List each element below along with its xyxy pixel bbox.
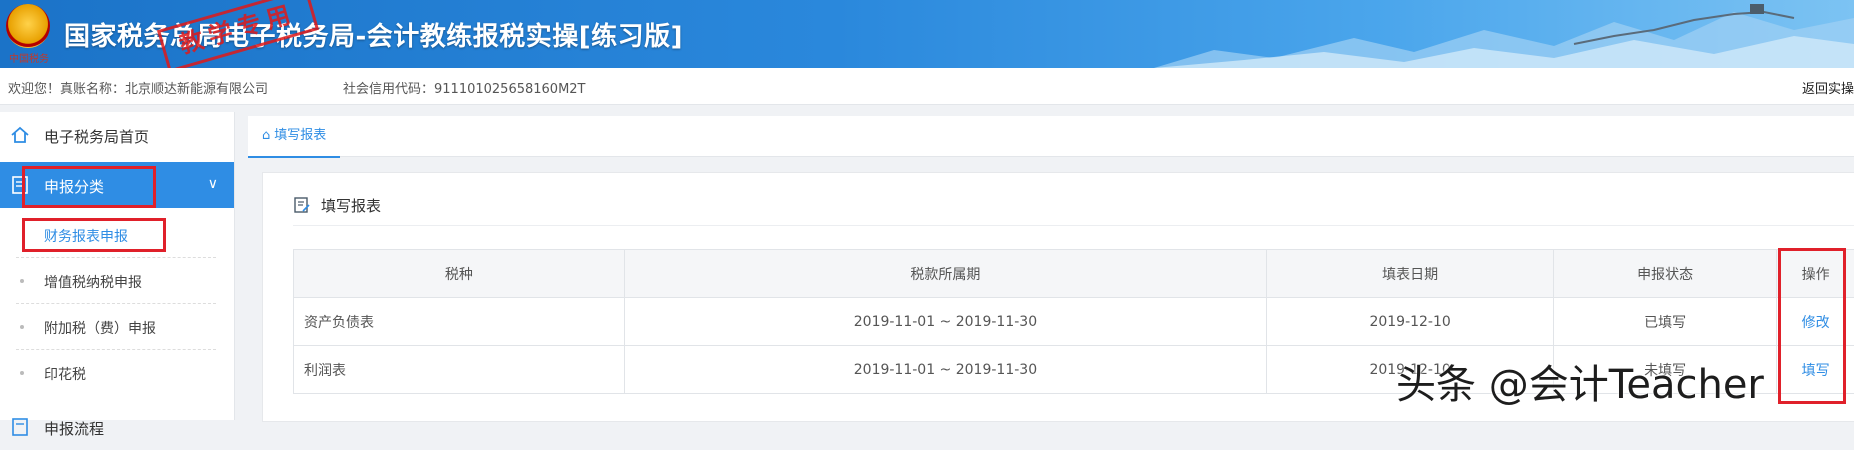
bullet-icon — [20, 325, 24, 329]
welcome-text: 欢迎您！真账名称：北京顺达新能源有限公司 — [8, 78, 268, 97]
sidebar-subitem-label: 增值税纳税申报 — [44, 272, 142, 292]
sidebar-item-label: 申报流程 — [44, 418, 104, 439]
tab-bar: ⌂ 填写报表 — [248, 116, 1854, 157]
chevron-down-icon: ∨ — [208, 176, 218, 192]
column-header: 税种 — [294, 250, 625, 298]
sidebar-subitem-label: 印花税 — [44, 364, 86, 384]
column-header: 申报状态 — [1554, 250, 1777, 298]
tab-fill-report[interactable]: ⌂ 填写报表 — [248, 116, 340, 158]
table-row: 资产负债表 2019-11-01 ~ 2019-11-30 2019-12-10… — [294, 298, 1854, 346]
home-icon — [10, 125, 30, 145]
sidebar-item-home[interactable]: 电子税务局首页 — [0, 112, 234, 158]
tax-emblem-icon — [6, 4, 50, 48]
fill-link[interactable]: 填写 — [1802, 363, 1830, 379]
sidebar-item-category[interactable]: 申报分类 ∨ — [0, 162, 234, 208]
panel-title-text: 填写报表 — [321, 197, 381, 215]
panel-title: 填写报表 — [293, 195, 381, 216]
cell-period: 2019-11-01 ~ 2019-11-30 — [624, 346, 1266, 394]
sidebar-subitem-stamp-tax[interactable]: 印花税 — [0, 350, 234, 396]
edit-form-icon — [293, 196, 311, 214]
cell-action: 修改 — [1777, 298, 1854, 346]
column-header: 操作 — [1777, 250, 1854, 298]
cell-status: 已填写 — [1554, 298, 1777, 346]
column-header: 税款所属期 — [624, 250, 1266, 298]
mountain-background — [1154, 0, 1854, 68]
app-header: 中国税务 国家税务总局电子税务局-会计教练报税实操[练习版] 教学专用 — [0, 0, 1854, 68]
sidebar-subitem-vat[interactable]: 增值税纳税申报 — [0, 258, 234, 304]
cell-tax: 资产负债表 — [294, 298, 625, 346]
home-icon: ⌂ — [262, 116, 270, 156]
column-header: 填表日期 — [1267, 250, 1554, 298]
cell-tax: 利润表 — [294, 346, 625, 394]
cell-action: 填写 — [1777, 346, 1854, 394]
sidebar-item-label: 申报分类 — [44, 176, 104, 197]
divider — [293, 225, 1854, 226]
sidebar-subitem-label: 财务报表申报 — [44, 226, 128, 246]
return-practice-link[interactable]: 返回实操 — [1802, 78, 1854, 97]
bullet-icon — [20, 279, 24, 283]
document-icon — [10, 417, 30, 437]
tab-label: 填写报表 — [274, 128, 326, 143]
sidebar-item-label: 电子税务局首页 — [44, 126, 149, 147]
sidebar: 电子税务局首页 申报分类 ∨ 财务报表申报 增值税纳税申报 附加税（费）申报 印… — [0, 112, 235, 420]
sidebar-subitem-financial-report[interactable]: 财务报表申报 — [0, 212, 234, 258]
bullet-icon — [20, 371, 24, 375]
teaching-stamp: 教学专用 — [157, 0, 319, 68]
watermark-text: 头条 @会计Teacher — [1396, 352, 1764, 410]
document-icon — [10, 175, 30, 195]
sidebar-subitem-surcharge[interactable]: 附加税（费）申报 — [0, 304, 234, 350]
credit-code-text: 社会信用代码：911101025658160M2T — [343, 78, 586, 97]
table-header-row: 税种 税款所属期 填表日期 申报状态 操作 — [294, 250, 1854, 298]
sidebar-subitem-label: 附加税（费）申报 — [44, 318, 156, 338]
app-title: 国家税务总局电子税务局-会计教练报税实操[练习版] — [64, 16, 683, 53]
user-info-bar: 欢迎您！真账名称：北京顺达新能源有限公司 社会信用代码：911101025658… — [0, 68, 1854, 105]
cell-date: 2019-12-10 — [1267, 298, 1554, 346]
emblem-text: 中国税务 — [4, 50, 54, 65]
cell-period: 2019-11-01 ~ 2019-11-30 — [624, 298, 1266, 346]
sidebar-item-flow[interactable]: 申报流程 — [0, 404, 234, 450]
modify-link[interactable]: 修改 — [1802, 315, 1830, 331]
